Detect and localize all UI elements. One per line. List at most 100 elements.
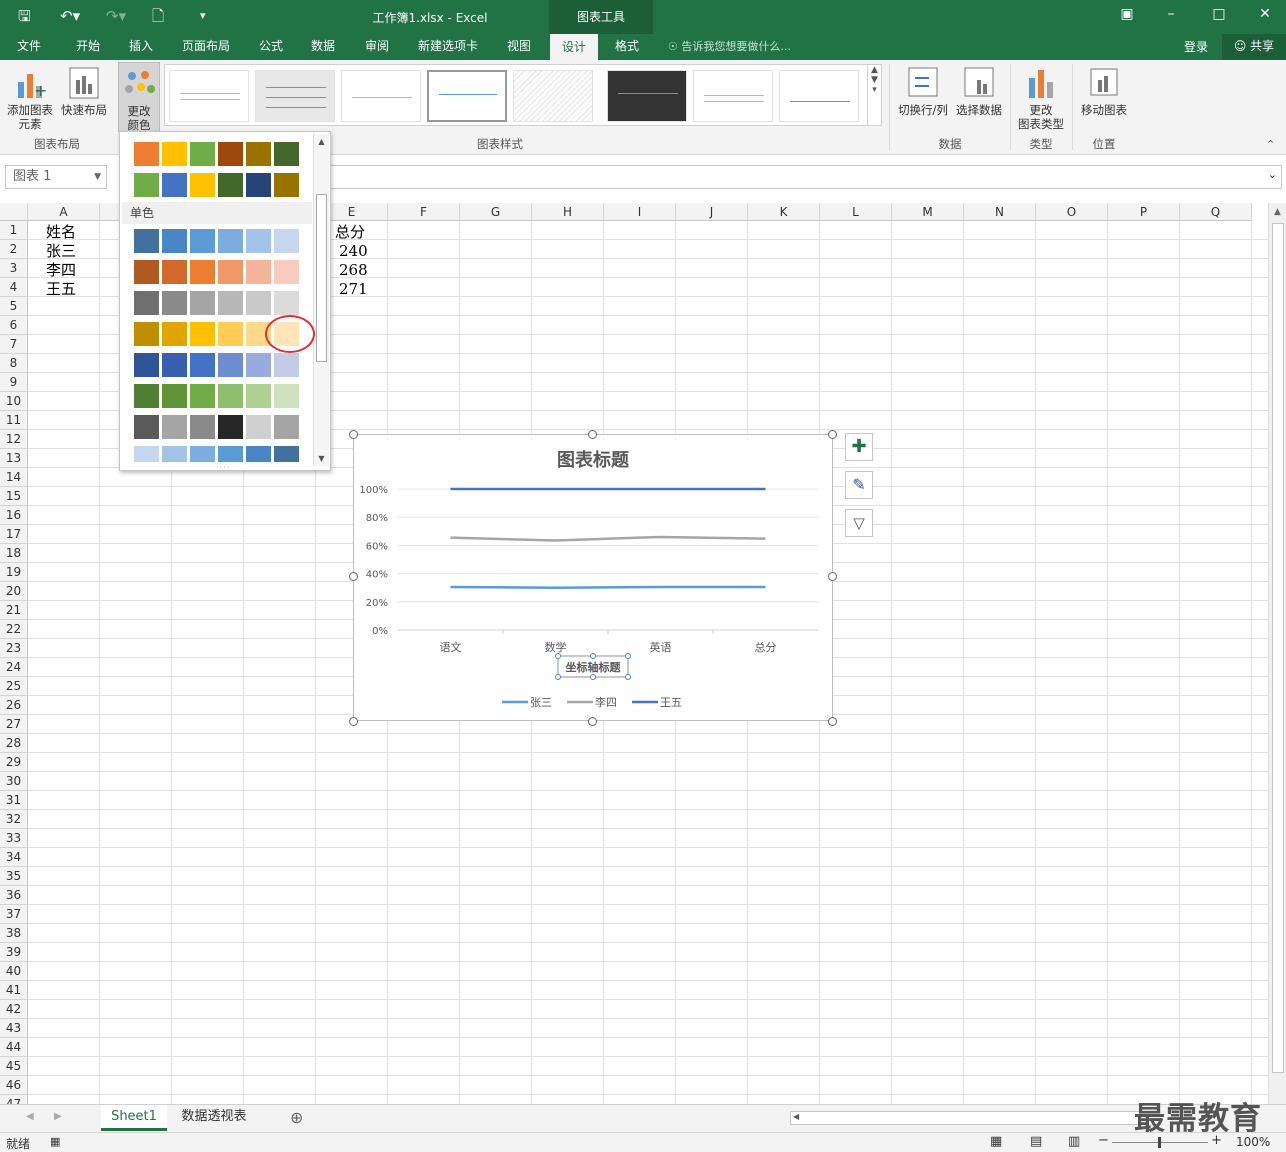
change-colors-button[interactable]: 更改 颜色 <box>118 62 160 132</box>
color-swatch[interactable] <box>162 384 187 408</box>
color-swatch[interactable] <box>218 291 243 315</box>
zoom-slider-thumb[interactable] <box>1158 1137 1161 1148</box>
color-swatch[interactable] <box>162 446 187 462</box>
expand-formula-icon[interactable]: ⌄ <box>1268 168 1277 181</box>
color-swatch[interactable] <box>246 229 271 253</box>
row-header-16[interactable]: 16 <box>0 506 28 525</box>
undo-icon[interactable]: ↶▾ <box>60 6 80 26</box>
name-box[interactable]: 图表 1 ▼ <box>5 165 107 189</box>
row-header-28[interactable]: 28 <box>0 734 28 753</box>
quick-layout-button[interactable]: 快速布局 <box>58 66 110 117</box>
cell-e1[interactable]: 总分 <box>335 223 365 242</box>
color-swatch[interactable] <box>134 415 159 439</box>
color-swatch[interactable] <box>274 260 299 284</box>
color-panel-scrollbar[interactable]: ▲ ▼ <box>313 134 329 466</box>
ribbon-display-icon[interactable]: ▣ <box>1112 6 1142 22</box>
row-header-4[interactable]: 4 <box>0 278 28 297</box>
row-header-34[interactable]: 34 <box>0 848 28 867</box>
scroll-thumb[interactable] <box>316 194 327 362</box>
tab-page-layout[interactable]: 页面布局 <box>172 34 240 60</box>
resize-handle[interactable] <box>828 717 837 726</box>
row-header-42[interactable]: 42 <box>0 1000 28 1019</box>
tab-insert[interactable]: 插入 <box>118 34 164 60</box>
color-swatch[interactable] <box>162 142 187 166</box>
row-header-1[interactable]: 1 <box>0 221 28 240</box>
row-header-14[interactable]: 14 <box>0 468 28 487</box>
color-swatch[interactable] <box>134 173 159 197</box>
color-swatch[interactable] <box>274 291 299 315</box>
row-header-18[interactable]: 18 <box>0 544 28 563</box>
row-header-27[interactable]: 27 <box>0 715 28 734</box>
chart-style-8[interactable] <box>779 70 859 122</box>
next-sheet-icon[interactable]: ▶ <box>54 1111 62 1122</box>
color-swatch[interactable] <box>190 291 215 315</box>
column-header-j[interactable]: J <box>676 203 748 221</box>
color-swatch[interactable] <box>134 229 159 253</box>
row-header-45[interactable]: 45 <box>0 1057 28 1076</box>
cell-e2[interactable]: 240 <box>339 242 368 261</box>
row-header-12[interactable]: 12 <box>0 430 28 449</box>
cell-a3[interactable]: 李四 <box>46 261 76 280</box>
redo-icon[interactable]: ↷▾ <box>106 6 126 26</box>
color-swatch[interactable] <box>274 384 299 408</box>
row-header-15[interactable]: 15 <box>0 487 28 506</box>
column-header-g[interactable]: G <box>460 203 532 221</box>
cell-a1[interactable]: 姓名 <box>46 223 76 242</box>
color-swatch[interactable] <box>134 446 159 462</box>
color-swatch[interactable] <box>162 353 187 377</box>
color-swatch[interactable] <box>218 260 243 284</box>
column-header-m[interactable]: M <box>892 203 964 221</box>
row-header-5[interactable]: 5 <box>0 297 28 316</box>
chart-style-6[interactable] <box>607 70 687 122</box>
column-header-p[interactable]: P <box>1108 203 1180 221</box>
color-swatch[interactable] <box>134 260 159 284</box>
resize-handle[interactable] <box>349 430 358 439</box>
zoom-level[interactable]: 100% <box>1236 1135 1270 1149</box>
color-swatch[interactable] <box>246 173 271 197</box>
row-header-31[interactable]: 31 <box>0 791 28 810</box>
row-header-19[interactable]: 19 <box>0 563 28 582</box>
color-swatch[interactable] <box>190 260 215 284</box>
row-header-10[interactable]: 10 <box>0 392 28 411</box>
color-swatch[interactable] <box>162 415 187 439</box>
column-header-f[interactable]: F <box>388 203 460 221</box>
color-swatch[interactable] <box>218 446 243 462</box>
cell-e3[interactable]: 268 <box>339 261 368 280</box>
move-chart-button[interactable]: 移动图表 <box>1076 66 1132 117</box>
vertical-scrollbar[interactable]: ▲ <box>1268 203 1286 1104</box>
row-header-47[interactable]: 47 <box>0 1095 28 1104</box>
row-header-2[interactable]: 2 <box>0 240 28 259</box>
color-swatch[interactable] <box>246 384 271 408</box>
color-swatch[interactable] <box>190 384 215 408</box>
color-swatch[interactable] <box>274 353 299 377</box>
add-chart-element-button[interactable]: + 添加图表 元素 <box>4 66 56 131</box>
resize-handle[interactable] <box>349 717 358 726</box>
chart-style-5[interactable] <box>513 70 593 122</box>
row-header-26[interactable]: 26 <box>0 696 28 715</box>
row-header-33[interactable]: 33 <box>0 829 28 848</box>
scroll-up-icon[interactable]: ▲ <box>314 137 329 146</box>
row-header-40[interactable]: 40 <box>0 962 28 981</box>
tab-formulas[interactable]: 公式 <box>248 34 294 60</box>
color-swatch[interactable] <box>134 291 159 315</box>
row-header-24[interactable]: 24 <box>0 658 28 677</box>
resize-grip-icon[interactable]: ···· <box>216 463 230 472</box>
color-swatch[interactable] <box>274 173 299 197</box>
chart-style-7[interactable] <box>693 70 773 122</box>
gallery-scroll[interactable]: ▲ ▼ ▾ <box>867 65 881 125</box>
row-header-32[interactable]: 32 <box>0 810 28 829</box>
horizontal-scrollbar[interactable]: ◀ <box>790 1111 1140 1125</box>
row-header-20[interactable]: 20 <box>0 582 28 601</box>
color-swatch[interactable] <box>218 173 243 197</box>
color-swatch[interactable] <box>218 415 243 439</box>
color-swatch[interactable] <box>162 229 187 253</box>
sheet-tab-pivot[interactable]: 数据透视表 <box>170 1105 258 1131</box>
color-swatch[interactable] <box>190 415 215 439</box>
page-layout-view-icon[interactable]: ▤ <box>1030 1134 1042 1149</box>
color-swatch[interactable] <box>190 322 215 346</box>
row-header-11[interactable]: 11 <box>0 411 28 430</box>
row-header-21[interactable]: 21 <box>0 601 28 620</box>
save-icon[interactable]: 🖫 <box>18 6 31 26</box>
tab-new-tab[interactable]: 新建选项卡 <box>408 34 488 60</box>
color-swatch[interactable] <box>246 446 271 462</box>
